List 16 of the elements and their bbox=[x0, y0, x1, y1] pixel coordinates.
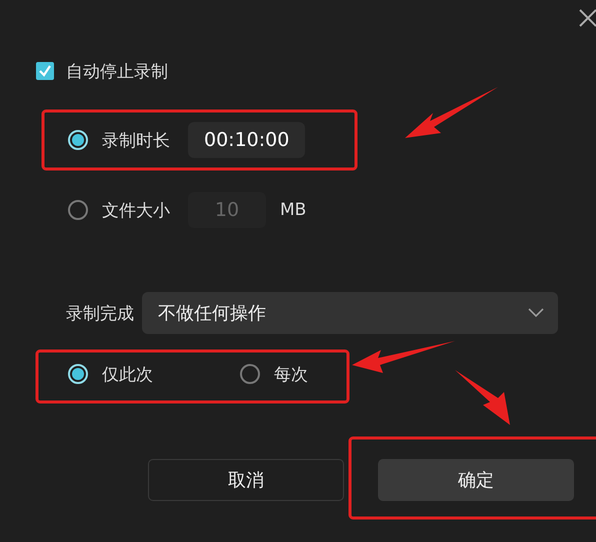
field-label: 录制完成 bbox=[66, 302, 134, 324]
confirm-button[interactable]: 确定 bbox=[378, 459, 574, 501]
input-field[interactable]: 00:10:00 bbox=[188, 122, 306, 158]
chevron-down-icon bbox=[528, 308, 544, 318]
radio-button[interactable] bbox=[68, 200, 88, 220]
radio-label: 文件大小 bbox=[102, 200, 171, 222]
close-icon[interactable] bbox=[578, 8, 596, 28]
checkbox-label: 自动停止录制 bbox=[66, 60, 168, 82]
unit-label: MB bbox=[280, 200, 306, 220]
radio-label: 录制时长 bbox=[102, 130, 171, 152]
cancel-button[interactable]: 取消 bbox=[148, 459, 344, 501]
radio-label: 仅此次 bbox=[102, 364, 153, 386]
radio-label: 每次 bbox=[274, 364, 308, 386]
dropdown[interactable]: 不做任何操作 bbox=[142, 292, 558, 334]
radio-button[interactable] bbox=[240, 364, 260, 384]
checkbox[interactable] bbox=[36, 62, 54, 80]
